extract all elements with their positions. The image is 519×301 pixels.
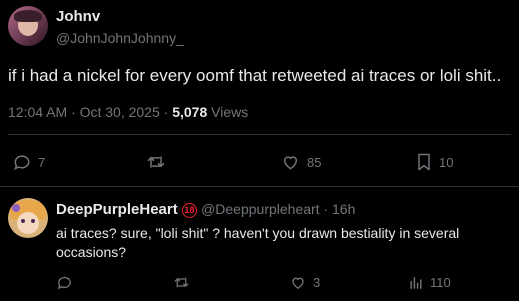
retweet-button[interactable]: [145, 152, 173, 172]
tweet-text: if i had a nickel for every oomf that re…: [8, 66, 502, 85]
reply-handle-time[interactable]: @Deeppurpleheart · 16h: [201, 201, 355, 217]
views-label: Views: [207, 104, 249, 120]
heart-icon: [292, 277, 304, 289]
reply-text-line-1: ai traces? sure, "loli shit" ? haven't y…: [56, 225, 460, 241]
avatar-johnv[interactable]: [8, 6, 48, 46]
avatar-deeppurpleheart[interactable]: [8, 198, 48, 238]
reply-like-button[interactable]: 3: [289, 274, 320, 291]
author-display-name[interactable]: Johnv: [56, 8, 100, 25]
bookmark-icon: [418, 153, 430, 171]
reply-count: 7: [38, 154, 46, 170]
reply-text-line-2: occasions?: [56, 244, 127, 260]
author-handle[interactable]: @JohnJohnJohnny_: [56, 30, 184, 46]
views-chart-icon: [410, 276, 422, 289]
heart-icon: [283, 156, 298, 170]
like-button[interactable]: 85: [280, 152, 321, 172]
reply-icon: [14, 155, 30, 171]
bookmark-count: 10: [439, 154, 454, 170]
reply-author-display-name[interactable]: DeepPurpleHeart: [56, 201, 178, 218]
reply-reply-button[interactable]: [56, 274, 79, 291]
age-18-badge-icon: 18: [181, 202, 197, 218]
views-count: 5,078: [172, 104, 208, 120]
like-count: 85: [307, 154, 322, 170]
reply-views-button[interactable]: 110: [408, 274, 451, 291]
tweet-timestamp[interactable]: 12:04 AM · Oct 30, 2025 ·: [8, 104, 172, 120]
reply-retweet-button[interactable]: [172, 274, 197, 291]
retweet-icon: [147, 156, 165, 168]
divider-top: [8, 134, 511, 135]
reply-button[interactable]: 7: [12, 152, 45, 172]
retweet-icon: [174, 277, 189, 288]
reply-header: DeepPurpleHeart 18 @Deeppurpleheart · 16…: [56, 201, 355, 218]
reply-views-count: 110: [430, 275, 451, 290]
tweet-meta: 12:04 AM · Oct 30, 2025 · 5,078 Views: [8, 104, 248, 120]
divider-middle: [0, 186, 519, 187]
reply-text: ai traces? sure, "loli shit" ? haven't y…: [56, 224, 459, 262]
reply-icon: [57, 276, 71, 290]
reply-like-count: 3: [313, 275, 321, 290]
bookmark-button[interactable]: 10: [415, 152, 453, 172]
